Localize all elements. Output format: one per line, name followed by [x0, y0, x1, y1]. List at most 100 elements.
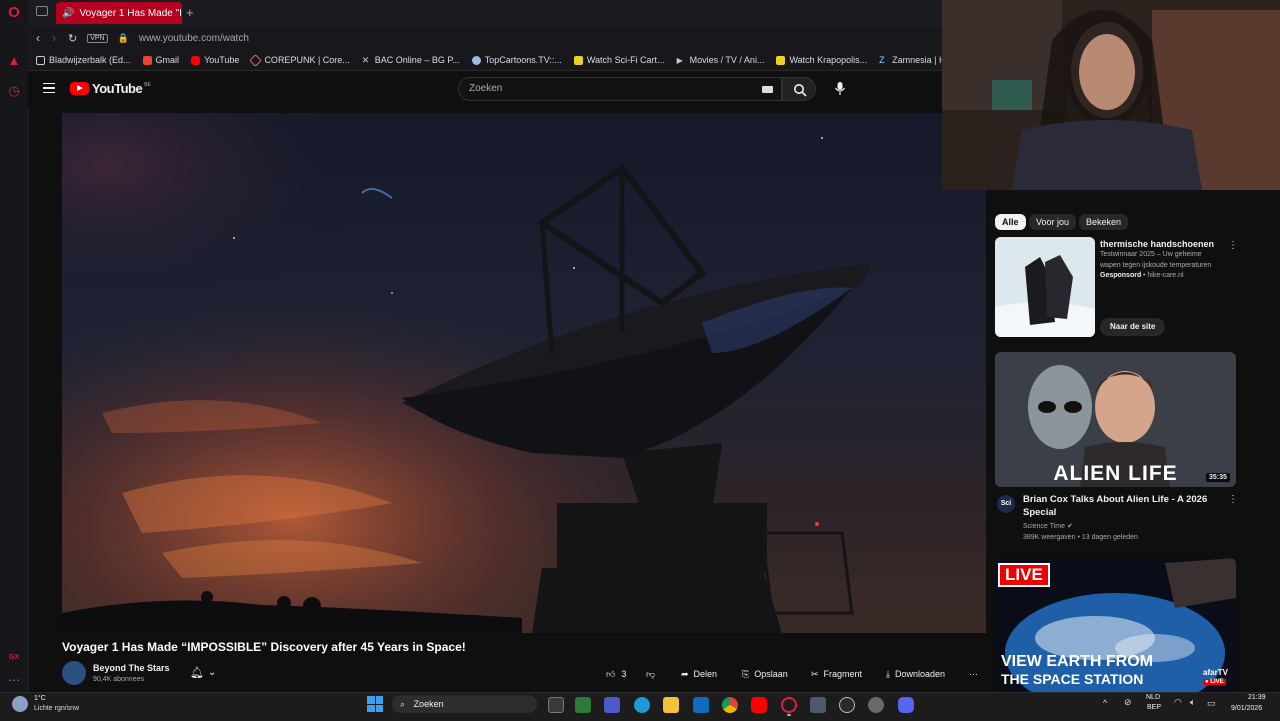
chrome-icon[interactable]: [722, 697, 738, 713]
clock-date[interactable]: 9/01/2026: [1231, 705, 1262, 712]
visit-site-button[interactable]: Naar de site: [1100, 318, 1166, 336]
weather-icon[interactable]: [12, 696, 28, 712]
new-tab-icon[interactable]: +: [186, 5, 194, 20]
back-icon[interactable]: ‹: [36, 31, 40, 45]
folder-icon: [36, 55, 45, 65]
channel-avatar[interactable]: [62, 661, 86, 685]
clip-button[interactable]: ✂ Fragment: [811, 666, 862, 682]
rec-channel[interactable]: Science Time ✔: [1023, 522, 1073, 530]
bell-icon[interactable]: 🔔︎: [190, 666, 204, 679]
search-icon: [794, 84, 807, 97]
tray-chevron-icon[interactable]: ^: [1103, 698, 1107, 708]
scifi-icon: [573, 55, 583, 65]
download-button[interactable]: ⤓ Downloaden: [886, 666, 945, 682]
subscriber-count: 90,4K abonnees: [93, 676, 144, 683]
game-icon[interactable]: [839, 697, 855, 713]
gmail-icon: [142, 55, 152, 65]
ad-title[interactable]: thermische handschoenen: [1100, 239, 1214, 249]
rec-menu-icon[interactable]: ⋮: [1228, 494, 1238, 505]
chip-for-you[interactable]: Voor jou: [1029, 214, 1077, 230]
wifi-icon[interactable]: ◠: [1174, 697, 1182, 708]
download-icon: ⤓: [886, 668, 890, 679]
vpn-badge[interactable]: VPN: [87, 33, 108, 43]
bookmark-item[interactable]: COREPUNK | Core...: [249, 53, 350, 67]
rec-title-line2[interactable]: Special: [1023, 507, 1056, 518]
gx-label[interactable]: GX: [6, 650, 22, 666]
chip-watched[interactable]: Bekeken: [1079, 214, 1129, 230]
bookmark-item[interactable]: YouTube: [191, 55, 239, 65]
edge-icon[interactable]: [634, 697, 650, 713]
hamburger-menu-icon[interactable]: [43, 83, 55, 93]
like-button[interactable]: 👍︎ 3: [606, 666, 626, 682]
youtube-logo[interactable]: YouTube BE: [70, 81, 151, 96]
chevron-down-icon[interactable]: ⌄: [208, 667, 216, 678]
store-icon[interactable]: [575, 697, 591, 713]
video-thumbnail[interactable]: ALIEN LIFE 35:35: [995, 352, 1236, 487]
forward-icon[interactable]: ›: [52, 31, 56, 45]
share-button[interactable]: ➦ Delen: [681, 666, 717, 682]
reload-icon[interactable]: ↻: [68, 32, 77, 45]
tab-menu-icon[interactable]: [36, 6, 48, 16]
weather-desc[interactable]: Lichte rgn/snw: [34, 705, 79, 712]
bookmark-item[interactable]: ▶ Movies / TV / Ani...: [677, 55, 765, 65]
gloves-image: [995, 237, 1095, 337]
bookmark-item[interactable]: Bladwijzerbalk (Ed...: [36, 55, 131, 65]
krapopolis-icon: [776, 55, 786, 65]
thumbs-up-icon: 👍︎: [606, 668, 616, 679]
thumbs-down-icon: 👎︎: [646, 668, 656, 679]
tray-app-icon[interactable]: ⊘: [1124, 697, 1132, 708]
lang-primary[interactable]: NLD: [1146, 694, 1160, 701]
bookmark-item[interactable]: ZZamnesia | Het Be: [879, 55, 942, 65]
channel-name[interactable]: Beyond The Stars: [93, 663, 170, 673]
task-view-icon[interactable]: [548, 697, 564, 713]
clock-time[interactable]: 21:39: [1248, 694, 1266, 701]
ad-desc-1: Testwinnaar 2025 – Uw geheime: [1100, 251, 1202, 258]
bookmark-item[interactable]: Gmail: [142, 55, 179, 65]
windows-start-icon[interactable]: [367, 696, 383, 712]
aria-icon[interactable]: ▲: [6, 53, 22, 69]
rec-meta: 389K weergaven • 13 dagen geleden: [1023, 534, 1138, 541]
tab-title: Voyager 1 Has Made "I: [79, 7, 182, 19]
ad-thumbnail[interactable]: [995, 237, 1095, 337]
calculator-icon[interactable]: [810, 697, 826, 713]
taskbar-search[interactable]: ⌕ Zoeken: [392, 695, 537, 713]
battery-icon[interactable]: ▭: [1207, 698, 1216, 709]
opera-logo-icon[interactable]: O: [6, 5, 22, 21]
chip-all[interactable]: Alle: [995, 214, 1026, 230]
save-button[interactable]: ⎘ Opslaan: [742, 666, 788, 682]
opera-gx-icon[interactable]: [781, 697, 797, 713]
video-thumbnail[interactable]: LIVE VIEW EARTH FROM THE SPACE STATION a…: [995, 558, 1236, 692]
bookmark-item[interactable]: TopCartoons.TV::...: [471, 55, 562, 65]
file-explorer-icon[interactable]: [663, 697, 679, 713]
url-field[interactable]: www.youtube.com/watch: [139, 33, 249, 44]
discord-icon[interactable]: [898, 697, 914, 713]
bookmark-item[interactable]: ✕ BAC Online – BG P...: [362, 55, 460, 65]
more-icon[interactable]: ···: [6, 672, 22, 688]
weather-temp[interactable]: 1°C: [34, 695, 46, 702]
more-actions-icon[interactable]: ···: [969, 666, 978, 682]
outlook-icon[interactable]: [693, 697, 709, 713]
rec-title-line1[interactable]: Brian Cox Talks About Alien Life - A 202…: [1023, 494, 1207, 505]
dislike-button[interactable]: 👎︎: [646, 666, 655, 682]
volume-icon[interactable]: 🔈︎: [1190, 697, 1195, 708]
bookmark-item[interactable]: Watch Krapopolis...: [776, 55, 867, 65]
history-icon[interactable]: ◷: [6, 83, 22, 99]
webcam-overlay: [942, 0, 1280, 190]
thumbnail-text-line2: THE SPACE STATION: [1001, 671, 1144, 687]
keyboard-icon[interactable]: [762, 86, 773, 93]
settings-gear-icon[interactable]: [868, 697, 884, 713]
address-bar: ‹ › ↻ VPN 🔒 www.youtube.com/watch: [28, 26, 942, 50]
lock-icon[interactable]: 🔒: [118, 33, 129, 44]
tab-active[interactable]: 🔊 Voyager 1 Has Made "I: [56, 2, 182, 24]
teams-icon[interactable]: [604, 697, 620, 713]
youtube-app-icon[interactable]: [751, 697, 767, 713]
ad-menu-icon[interactable]: ⋮: [1228, 240, 1238, 251]
video-player[interactable]: [62, 113, 986, 633]
microphone-icon[interactable]: [834, 81, 846, 101]
search-button[interactable]: [782, 77, 816, 101]
bookmark-icon: ⎘: [742, 668, 750, 679]
bookmark-item[interactable]: Watch Sci-Fi Cart...: [573, 55, 665, 65]
lang-secondary[interactable]: BEP: [1147, 704, 1161, 711]
search-input[interactable]: Zoeken: [458, 77, 782, 101]
channel-avatar[interactable]: Sci: [997, 495, 1015, 513]
